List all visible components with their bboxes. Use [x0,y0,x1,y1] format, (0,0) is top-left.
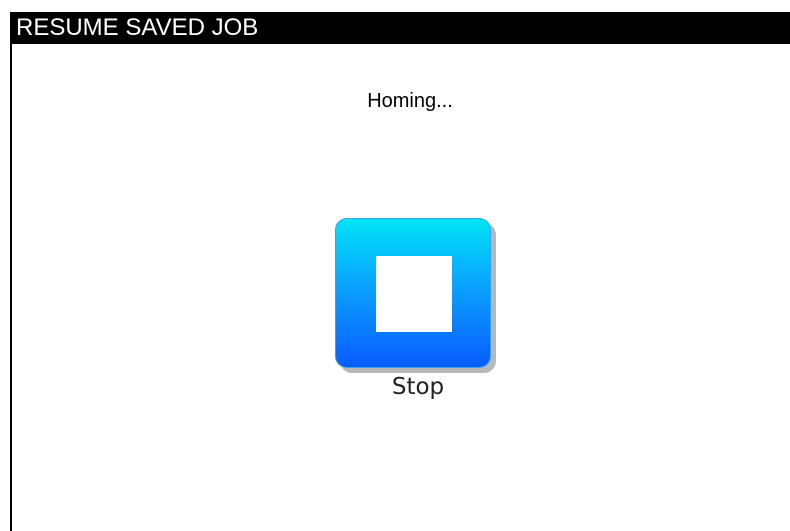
status-message: Homing... [367,90,453,112]
stop-button-label[interactable]: Stop [335,374,501,400]
stop-square-icon[interactable] [335,218,491,368]
window-title: RESUME SAVED JOB [12,12,790,44]
stop-symbol [376,256,452,332]
stop-button[interactable]: Stop [335,218,501,408]
dialog-frame: RESUME SAVED JOB Homing... Stop [10,12,790,531]
